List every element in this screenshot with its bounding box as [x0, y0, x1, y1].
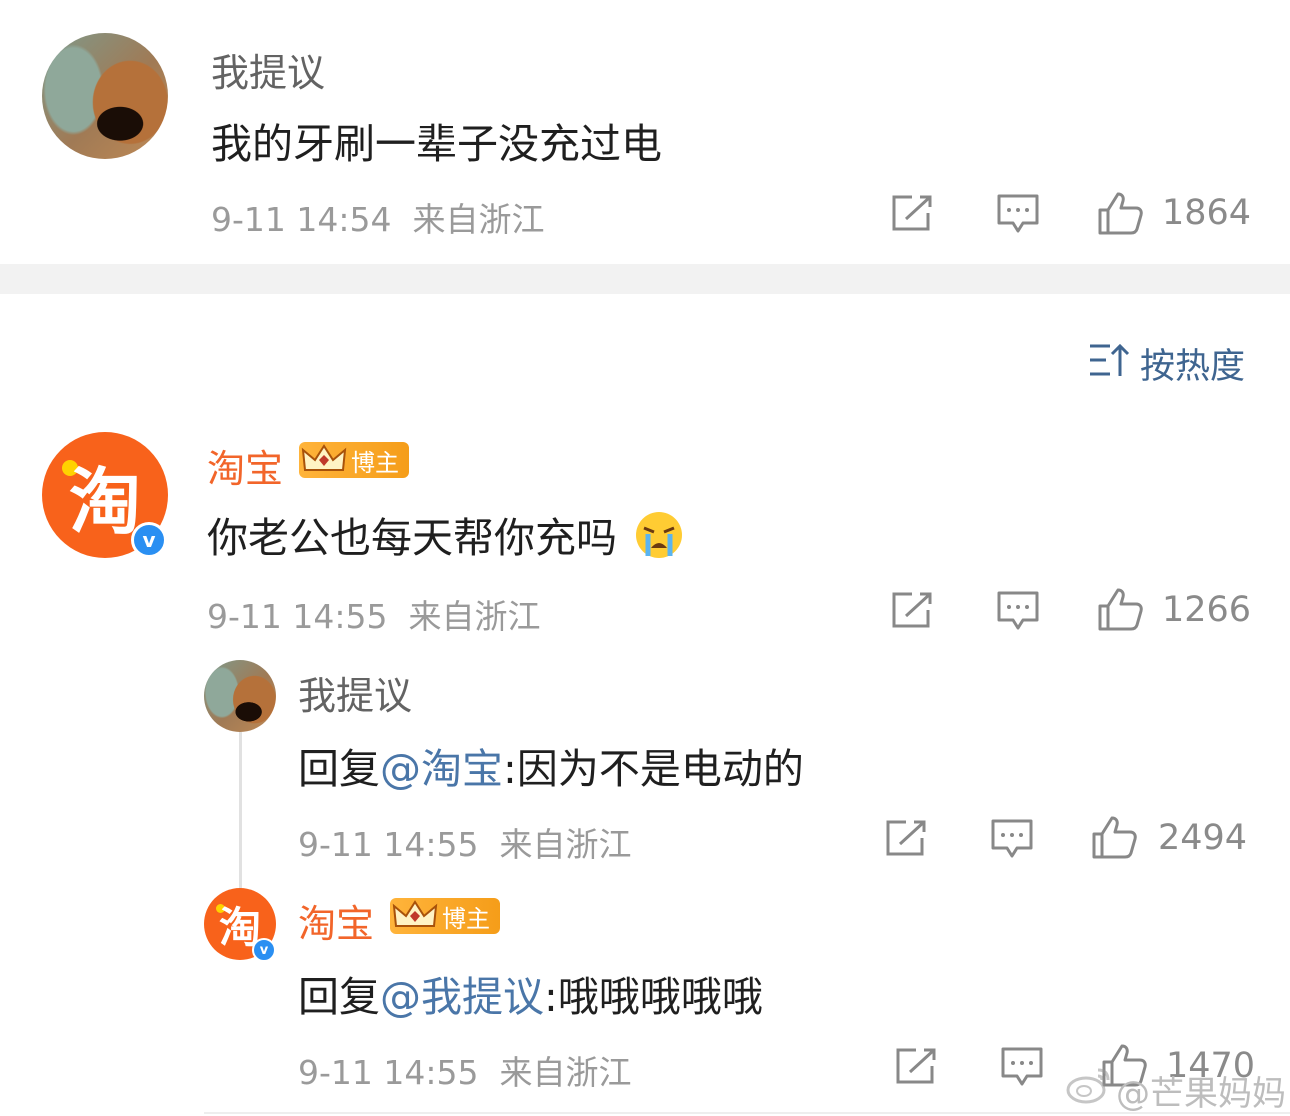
comment-icon[interactable]: [996, 590, 1040, 632]
comment-time: 9-11 14:54: [211, 200, 392, 239]
sort-by-hot[interactable]: 按热度: [1140, 338, 1245, 389]
username[interactable]: 淘宝: [298, 893, 374, 948]
comment-text: 你老公也每天帮你充吗: [207, 504, 684, 564]
comment-location: 来自浙江: [412, 200, 545, 239]
avatar[interactable]: [204, 660, 276, 732]
reply-body: :哦哦哦哦哦: [544, 973, 763, 1021]
comment-text: 我的牙刷一辈子没充过电: [211, 120, 662, 168]
blogger-badge: 博主: [299, 442, 409, 478]
comment-location: 来自浙江: [408, 597, 541, 636]
blogger-badge: 博主: [390, 898, 500, 934]
reply-time: 9-11 14:55: [298, 1053, 479, 1092]
reply-meta: 9-11 14:55 来自浙江: [298, 818, 631, 866]
share-icon[interactable]: [894, 1046, 938, 1086]
section-divider: [0, 264, 1290, 294]
reply-time: 9-11 14:55: [298, 825, 479, 864]
mention-link[interactable]: @淘宝: [380, 745, 503, 793]
username[interactable]: 我提议: [298, 665, 412, 720]
reply-location: 来自浙江: [499, 825, 632, 864]
comment-icon[interactable]: [996, 193, 1040, 235]
comment-time: 9-11 14:55: [207, 597, 388, 636]
avatar[interactable]: [42, 33, 168, 159]
comment-icon[interactable]: [990, 818, 1034, 860]
reply-meta: 9-11 14:55 来自浙江: [298, 1046, 631, 1094]
verified-icon: v: [131, 522, 167, 558]
share-icon[interactable]: [890, 193, 934, 233]
comment-meta: 9-11 14:54 来自浙江: [211, 193, 544, 241]
weibo-logo-icon: [1066, 1066, 1112, 1104]
reply-location: 来自浙江: [499, 1053, 632, 1092]
badge-label: 博主: [351, 448, 399, 477]
sort-icon[interactable]: [1088, 342, 1130, 378]
share-icon[interactable]: [890, 590, 934, 630]
like-icon[interactable]: [1090, 814, 1138, 860]
crown-icon: [299, 442, 349, 478]
reply-prefix: 回复: [298, 973, 380, 1021]
reply-text: 回复@淘宝:因为不是电动的: [298, 735, 804, 795]
username[interactable]: 我提议: [211, 42, 325, 97]
verified-icon: v: [252, 938, 276, 962]
reply-prefix: 回复: [298, 745, 380, 793]
comment-icon[interactable]: [1000, 1046, 1044, 1088]
badge-label: 博主: [442, 904, 490, 933]
comment-meta: 9-11 14:55 来自浙江: [207, 590, 540, 638]
comment-text-body: 你老公也每天帮你充吗: [207, 514, 617, 562]
like-count: 1864: [1162, 193, 1252, 233]
crown-icon: [390, 898, 440, 934]
username[interactable]: 淘宝: [207, 438, 283, 493]
watermark-text: @芒果妈妈: [1116, 1074, 1286, 1114]
share-icon[interactable]: [884, 818, 928, 858]
mention-link[interactable]: @我提议: [380, 973, 544, 1021]
like-count: 2494: [1158, 818, 1248, 858]
like-icon[interactable]: [1096, 586, 1144, 632]
like-count: 1266: [1162, 590, 1252, 630]
crying-face-icon: [634, 510, 684, 560]
reply-body: :因为不是电动的: [503, 745, 804, 793]
like-icon[interactable]: [1096, 190, 1144, 236]
thread-line: [239, 732, 242, 892]
reply-text: 回复@我提议:哦哦哦哦哦: [298, 963, 763, 1023]
